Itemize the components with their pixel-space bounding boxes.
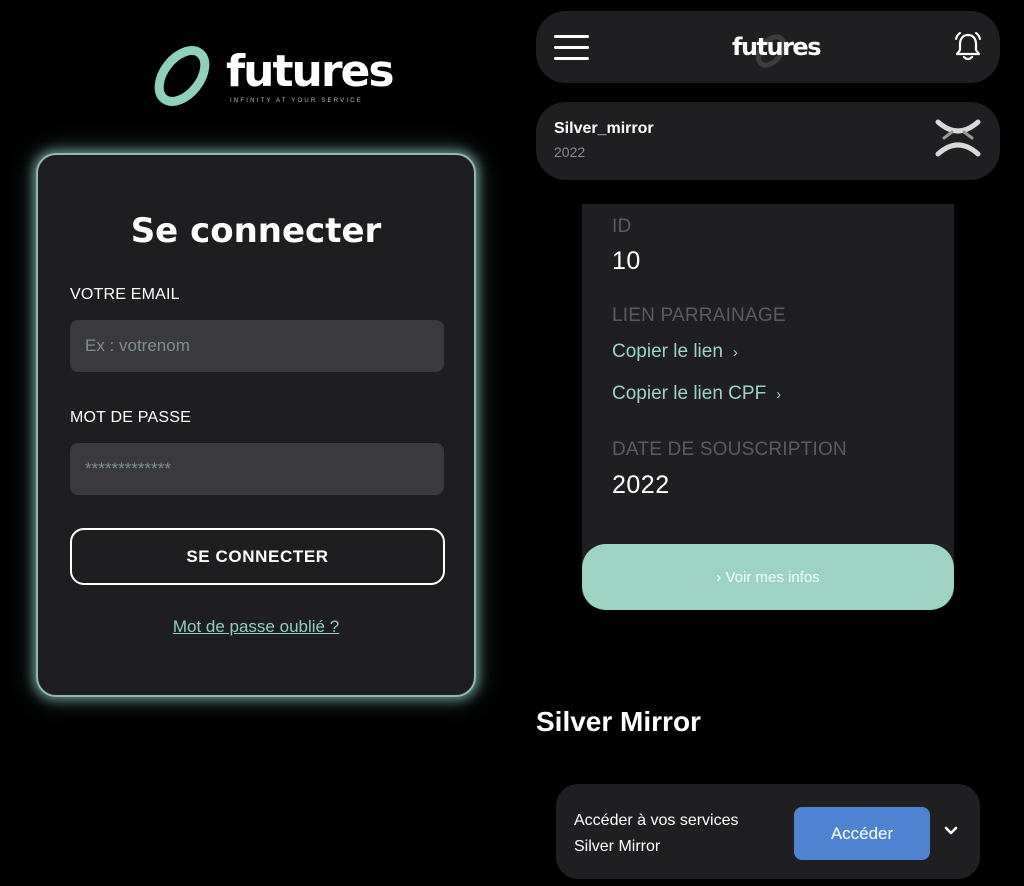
header-logo-wordmark: futures: [732, 33, 821, 61]
access-button[interactable]: Accéder: [794, 807, 930, 860]
copy-link-label: Copier le lien: [612, 341, 723, 362]
id-label: ID: [612, 216, 632, 237]
brand-logo: futures INFINITY AT YOUR SERVICE: [150, 44, 395, 110]
copy-link-cpf-label: Copier le lien CPF: [612, 383, 767, 404]
service-line-2: Silver Mirror: [574, 838, 661, 855]
subscription-date-label: DATE DE SOUSCRIPTION: [612, 439, 847, 460]
referral-label: LIEN PARRAINAGE: [612, 305, 786, 326]
email-label: VOTRE EMAIL: [70, 286, 180, 303]
subscription-name: Silver_mirror: [554, 120, 654, 137]
login-button[interactable]: SE CONNECTER: [70, 528, 445, 585]
login-title: Se connecter: [130, 211, 382, 251]
logo-wordmark: futures: [226, 46, 395, 97]
login-card: Se connecter VOTRE EMAIL MOT DE PASSE SE…: [36, 153, 476, 697]
service-line-1: Accéder à vos services: [574, 812, 739, 829]
brand-x-icon: [935, 119, 981, 157]
subscription-header[interactable]: Silver_mirror 2022: [536, 102, 1000, 180]
password-field[interactable]: [70, 443, 444, 495]
copy-link[interactable]: Copier le lien ›: [612, 341, 738, 363]
top-bar: futures: [536, 11, 1000, 83]
logo-tagline: INFINITY AT YOUR SERVICE: [230, 98, 363, 104]
header-logo[interactable]: futures: [726, 25, 821, 69]
bell-icon[interactable]: [952, 31, 984, 63]
copy-link-cpf[interactable]: Copier le lien CPF ›: [612, 383, 781, 405]
section-title: Silver Mirror: [536, 706, 701, 737]
hamburger-icon[interactable]: [554, 35, 590, 61]
forgot-password-link[interactable]: Mot de passe oublié ?: [38, 617, 474, 637]
password-label: MOT DE PASSE: [70, 409, 191, 426]
chevron-right-icon: ›: [732, 344, 738, 361]
email-field[interactable]: [70, 320, 444, 372]
service-card: Accéder à vos services Silver Mirror Acc…: [556, 784, 980, 879]
service-description: Accéder à vos services Silver Mirror: [574, 808, 774, 860]
more-info-button[interactable]: › Voir mes infos: [582, 544, 954, 610]
more-info-label: Voir mes infos: [725, 568, 820, 586]
subscription-year: 2022: [554, 144, 586, 160]
logo-ring-icon: [154, 46, 210, 106]
chevron-right-icon: ›: [776, 386, 782, 403]
subscription-date-value: 2022: [612, 471, 670, 499]
chevron-down-icon[interactable]: [942, 824, 960, 838]
id-value: 10: [612, 247, 641, 275]
